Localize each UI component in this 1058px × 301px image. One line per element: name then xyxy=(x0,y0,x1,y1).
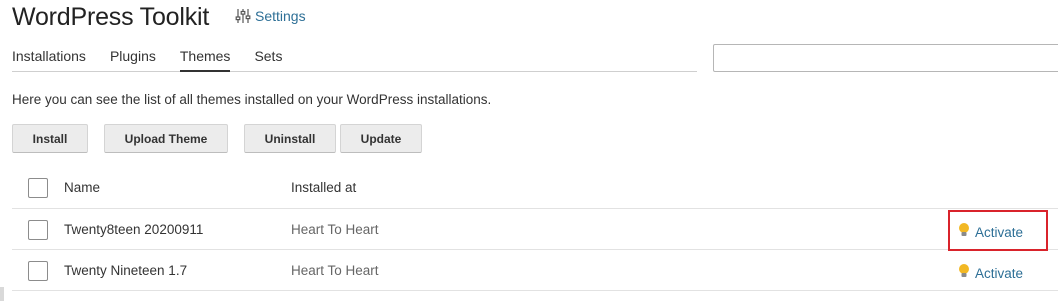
sliders-icon xyxy=(235,8,251,24)
search-input[interactable] xyxy=(713,44,1058,72)
page-title: WordPress Toolkit xyxy=(12,3,210,31)
table-row: Twenty Nineteen 1.7 Heart To Heart Activ… xyxy=(12,250,1058,291)
scroll-edge xyxy=(0,287,4,301)
table-row: Twenty8teen 20200911 Heart To Heart Acti… xyxy=(12,209,1058,251)
table-header-row: Name Installed at xyxy=(12,168,1058,209)
uninstall-button[interactable]: Uninstall xyxy=(244,124,336,153)
theme-name: Twenty8teen 20200911 xyxy=(64,222,204,237)
row-checkbox[interactable] xyxy=(28,261,48,281)
installed-at[interactable]: Heart To Heart xyxy=(291,222,379,237)
page-description: Here you can see the list of all themes … xyxy=(12,92,492,107)
activate-link[interactable]: Activate xyxy=(957,263,1023,284)
tab-installations[interactable]: Installations xyxy=(12,47,86,72)
select-all-checkbox[interactable] xyxy=(28,178,48,198)
lightbulb-icon xyxy=(957,263,971,284)
tab-plugins[interactable]: Plugins xyxy=(110,47,156,72)
theme-name: Twenty Nineteen 1.7 xyxy=(64,263,188,278)
install-button[interactable]: Install xyxy=(12,124,88,153)
settings-label: Settings xyxy=(255,8,306,24)
highlight-box xyxy=(948,210,1048,251)
column-header-installed-at: Installed at xyxy=(291,180,357,195)
upload-theme-button[interactable]: Upload Theme xyxy=(104,124,228,153)
column-header-name: Name xyxy=(64,180,101,195)
update-button[interactable]: Update xyxy=(340,124,422,153)
tab-bar: Installations Plugins Themes Sets xyxy=(12,47,697,72)
settings-link[interactable]: Settings xyxy=(235,8,306,24)
installed-at[interactable]: Heart To Heart xyxy=(291,263,379,278)
row-checkbox[interactable] xyxy=(28,220,48,240)
tab-sets[interactable]: Sets xyxy=(254,47,282,72)
tab-themes[interactable]: Themes xyxy=(179,47,231,72)
activate-label: Activate xyxy=(975,266,1024,281)
